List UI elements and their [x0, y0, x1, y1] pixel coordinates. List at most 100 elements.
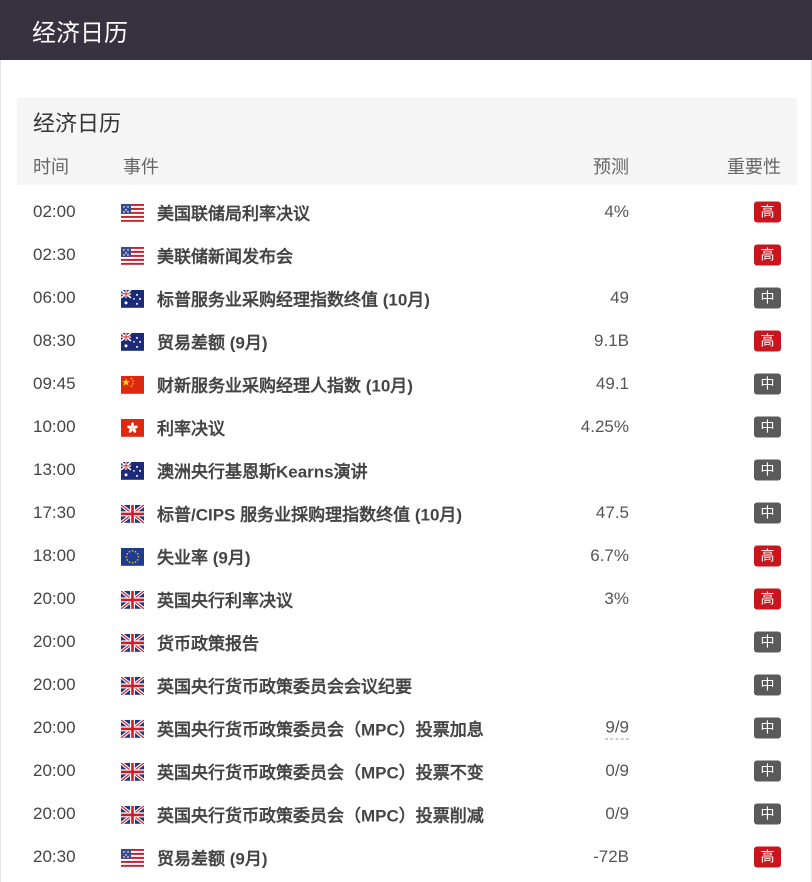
column-header-forecast: 预测 [593, 157, 629, 177]
importance-badge: 中 [754, 373, 781, 394]
china-flag-icon [121, 375, 144, 394]
event-row[interactable]: 20:00 英国央行货币政策委员会会议纪要 中 [17, 663, 797, 706]
event-name: 标普服务业采购经理指数终值 (10月) [157, 290, 430, 309]
event-name: 贸易差额 (9月) [157, 333, 268, 352]
event-row[interactable]: 20:00 英国央行货币政策委员会（MPC）投票削减 0/9 中 [17, 792, 797, 835]
event-time: 02:30 [33, 244, 76, 264]
event-row[interactable]: 20:00 英国央行货币政策委员会（MPC）投票不变 0/9 中 [17, 749, 797, 792]
app-title: 经济日历 [32, 19, 128, 47]
importance-badge: 中 [754, 287, 781, 308]
uk-flag-icon [121, 590, 144, 609]
hong-kong-flag-icon [121, 418, 144, 437]
event-row[interactable]: 02:00 美国联储局利率决议 4% 高 [17, 190, 797, 233]
event-row[interactable]: 17:30 标普/CIPS 服务业採购理指数终值 (10月) 47.5 中 [17, 491, 797, 534]
event-forecast: 4% [604, 201, 629, 221]
importance-badge: 高 [754, 588, 781, 609]
event-forecast: 0/9 [605, 803, 629, 823]
event-time: 02:00 [33, 201, 76, 221]
event-forecast: 3% [604, 588, 629, 608]
event-name: 标普/CIPS 服务业採购理指数终值 (10月) [157, 505, 463, 524]
event-time: 20:00 [33, 760, 76, 780]
uk-flag-icon [121, 719, 144, 738]
event-name: 利率决议 [157, 419, 225, 438]
event-time: 10:00 [33, 416, 76, 436]
importance-badge: 高 [754, 330, 781, 351]
uk-flag-icon [121, 762, 144, 781]
event-row[interactable]: 20:00 英国央行货币政策委员会（MPC）投票加息 9/9 中 [17, 706, 797, 749]
importance-badge: 高 [754, 846, 781, 867]
importance-badge: 高 [754, 201, 781, 222]
uk-flag-icon [121, 676, 144, 695]
us-flag-icon [121, 246, 144, 265]
event-time: 08:30 [33, 330, 76, 350]
australia-flag-icon [121, 289, 144, 308]
event-name: 财新服务业采购经理人指数 (10月) [157, 376, 413, 395]
australia-flag-icon [121, 332, 144, 351]
event-time: 20:00 [33, 674, 76, 694]
event-time: 06:00 [33, 287, 76, 307]
event-row[interactable]: 10:00 利率决议 4.25% 中 [17, 405, 797, 448]
event-row[interactable]: 13:00 澳洲央行基恩斯Kearns演讲 中 [17, 448, 797, 491]
event-row[interactable]: 09:45 财新服务业采购经理人指数 (10月) 49.1 中 [17, 362, 797, 405]
event-time: 09:45 [33, 373, 76, 393]
importance-badge: 中 [754, 760, 781, 781]
importance-badge: 中 [754, 459, 781, 480]
event-row[interactable]: 06:00 标普服务业采购经理指数终值 (10月) 49 中 [17, 276, 797, 319]
uk-flag-icon [121, 633, 144, 652]
event-time: 20:00 [33, 803, 76, 823]
calendar-header: 经济日历 时间 事件 预测 重要性 [17, 98, 797, 185]
importance-badge: 中 [754, 674, 781, 695]
content-frame: 经济日历 时间 事件 预测 重要性 02:00 美国联储局利率决议 4% 高 02:30… [0, 60, 812, 882]
column-header-event: 事件 [123, 157, 159, 177]
event-name: 英国央行货币政策委员会（MPC）投票不变 [157, 763, 484, 782]
app-header: 经济日历 [0, 0, 812, 60]
event-forecast: 49.1 [595, 373, 629, 393]
importance-badge: 中 [754, 502, 781, 523]
uk-flag-icon [121, 504, 144, 523]
event-time: 20:00 [33, 717, 76, 737]
us-flag-icon [121, 848, 144, 867]
column-header-importance: 重要性 [727, 157, 781, 177]
importance-badge: 高 [754, 244, 781, 265]
event-list: 02:00 美国联储局利率决议 4% 高 02:30 美联储新闻发布会高 06:00 标普服务… [17, 185, 797, 878]
event-row[interactable]: 20:30 贸易差额 (9月) -72B 高 [17, 835, 797, 878]
event-time: 20:30 [33, 846, 76, 866]
event-forecast: 47.5 [595, 502, 629, 522]
event-row[interactable]: 18:00 失业率 (9月) 6.7% 高 [17, 534, 797, 577]
calendar-panel: 经济日历 时间 事件 预测 重要性 02:00 美国联储局利率决议 4% 高 02:30… [17, 98, 797, 878]
event-forecast: 6.7% [590, 545, 629, 565]
event-name: 货币政策报告 [157, 634, 259, 653]
event-time: 20:00 [33, 588, 76, 608]
event-time: 20:00 [33, 631, 76, 651]
event-name: 英国央行货币政策委员会（MPC）投票加息 [157, 720, 484, 739]
eu-flag-icon [121, 547, 144, 566]
event-name: 美国联储局利率决议 [157, 204, 310, 223]
column-header-time: 时间 [33, 157, 69, 177]
australia-flag-icon [121, 461, 144, 480]
event-forecast: 9.1B [594, 330, 629, 350]
event-name: 失业率 (9月) [157, 548, 251, 567]
event-name: 美联储新闻发布会 [157, 247, 293, 266]
importance-badge: 中 [754, 803, 781, 824]
event-time: 13:00 [33, 459, 76, 479]
importance-badge: 中 [754, 631, 781, 652]
event-row[interactable]: 20:00 英国央行利率决议 3% 高 [17, 577, 797, 620]
event-row[interactable]: 20:00 货币政策报告 中 [17, 620, 797, 663]
event-name: 英国央行货币政策委员会（MPC）投票削减 [157, 806, 484, 825]
event-forecast: 4.25% [580, 416, 629, 436]
event-row[interactable]: 08:30 贸易差额 (9月) 9.1B 高 [17, 319, 797, 362]
event-forecast: 0/9 [605, 760, 629, 780]
event-row[interactable]: 02:30 美联储新闻发布会 高 [17, 233, 797, 276]
event-name: 澳洲央行基恩斯Kearns演讲 [157, 462, 368, 481]
importance-badge: 高 [754, 545, 781, 566]
event-name: 英国央行货币政策委员会会议纪要 [157, 677, 412, 696]
importance-badge: 中 [754, 717, 781, 738]
event-name: 英国央行利率决议 [157, 591, 293, 610]
event-name: 贸易差额 (9月) [157, 849, 268, 868]
uk-flag-icon [121, 805, 144, 824]
event-time: 17:30 [33, 502, 76, 522]
event-forecast[interactable]: 9/9 [605, 716, 629, 739]
event-forecast: -72B [593, 846, 629, 866]
calendar-title: 经济日历 [33, 111, 122, 136]
us-flag-icon [121, 203, 144, 222]
